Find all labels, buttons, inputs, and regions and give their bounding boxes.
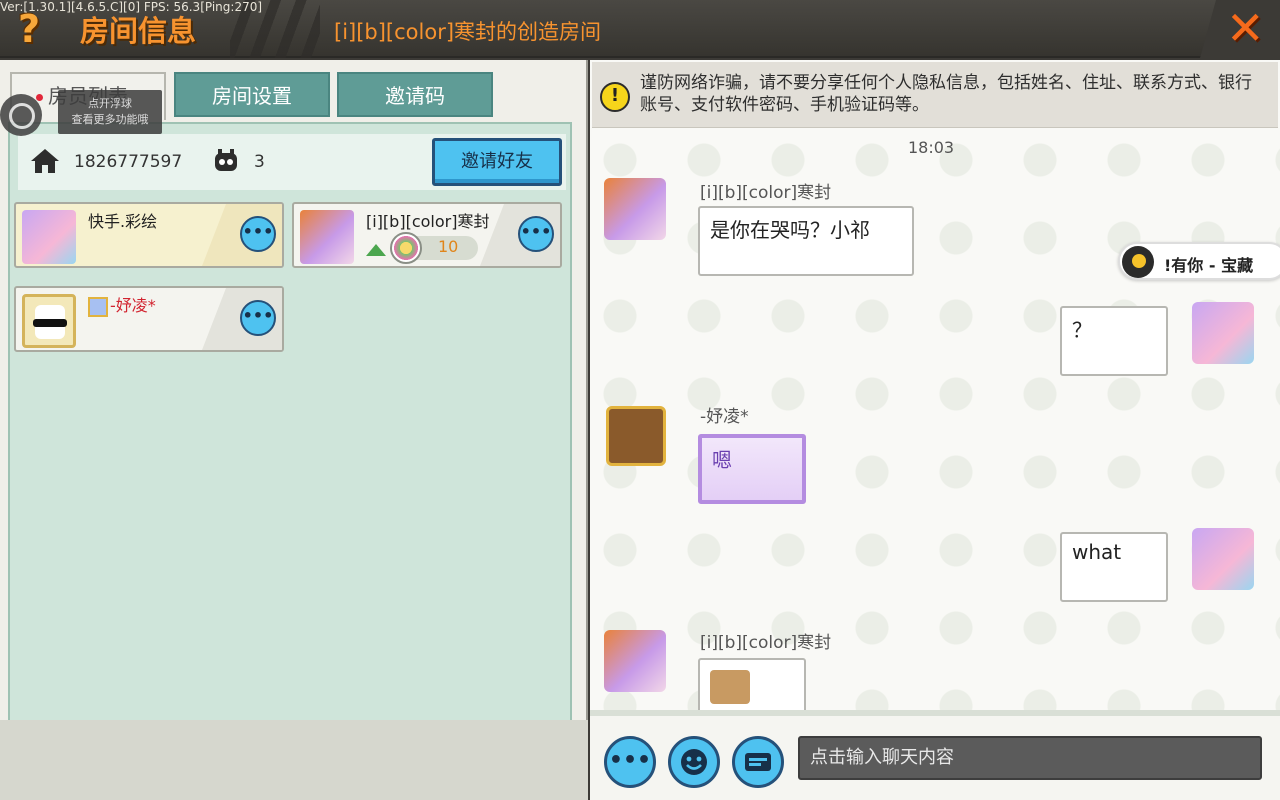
sticker-image [710, 670, 750, 704]
player-count: 3 [254, 152, 265, 172]
member-panel: 1826777597 3 邀请好友 快手.彩绘 ••• [i][b][color… [8, 122, 572, 766]
more-options-button[interactable]: ••• [240, 300, 276, 336]
member-name: 快手.彩绘 [88, 212, 158, 231]
avatar[interactable] [604, 178, 666, 240]
notification-toast[interactable]: !有你 - 宝藏 [1118, 242, 1280, 280]
left-footer [0, 720, 588, 800]
coin-icon [1122, 246, 1154, 278]
chat-input-bar: ••• 点击输入聊天内容 [590, 710, 1280, 800]
room-info-row: 1826777597 3 邀请好友 [18, 134, 566, 190]
page-title: 房间信息 [80, 14, 197, 48]
member-card[interactable]: 快手.彩绘 ••• [14, 202, 284, 268]
vip-badge-icon [88, 296, 108, 317]
member-card[interactable]: [i][b][color]寒封 10 ••• [292, 202, 562, 268]
level-badge: 10 [390, 232, 478, 264]
emoji-icon [681, 749, 707, 775]
chat-panel: ! 谨防网络诈骗，请不要分享任何个人隐私信息，包括姓名、住址、联系方式、银行账号… [590, 60, 1280, 710]
room-name: [i][b][color]寒封的创造房间 [334, 20, 602, 44]
room-id: 1826777597 [74, 152, 183, 172]
keyboard-icon [745, 753, 771, 771]
debug-info: Ver:[1.30.1][4.6.5.C][0] FPS: 56.3[Ping:… [0, 0, 263, 14]
chat-bubble: 是你在哭吗？小祁 [698, 206, 914, 276]
avatar [22, 294, 76, 348]
avatar [300, 210, 354, 264]
float-tooltip: 点开浮球 查看更多功能哦 [58, 90, 162, 134]
more-options-button[interactable]: ••• [240, 216, 276, 252]
level-up-icon [366, 244, 386, 256]
chat-background [590, 130, 1280, 710]
more-options-button[interactable]: ••• [518, 216, 554, 252]
more-actions-button[interactable]: ••• [604, 736, 656, 788]
close-icon: ✕ [1226, 1, 1265, 55]
tab-invite-code[interactable]: 邀请码 [337, 72, 493, 117]
member-card[interactable]: -妤凌* ••• [14, 286, 284, 352]
sender-name: -妤凌* [700, 407, 749, 427]
chat-timestamp: 18:03 [908, 138, 955, 157]
house-icon [31, 149, 59, 173]
chat-bubble [698, 658, 806, 710]
chat-bubble: ？ [1060, 306, 1168, 376]
left-panel: 房员列表 房间设置 邀请码 1826777597 3 邀请好友 快手.彩绘 ••… [0, 60, 588, 766]
emoji-button[interactable] [668, 736, 720, 788]
tab-room-settings[interactable]: 房间设置 [174, 72, 330, 117]
chat-input[interactable]: 点击输入聊天内容 [798, 736, 1262, 780]
level-value: 10 [438, 237, 459, 256]
avatar[interactable] [606, 406, 666, 466]
avatar[interactable] [1192, 302, 1254, 364]
quick-phrase-button[interactable] [732, 736, 784, 788]
level-gem-icon [390, 232, 422, 264]
player-count-icon [215, 149, 237, 171]
warning-icon: ! [600, 82, 630, 112]
invite-friend-button[interactable]: 邀请好友 [432, 138, 562, 186]
sender-name: [i][b][color]寒封 [700, 633, 832, 653]
member-name: -妤凌* [88, 292, 156, 317]
fraud-warning: ! 谨防网络诈骗，请不要分享任何个人隐私信息，包括姓名、住址、联系方式、银行账号… [592, 62, 1278, 128]
float-ball-button[interactable] [0, 94, 42, 136]
chat-bubble: what [1060, 532, 1168, 602]
sender-name: [i][b][color]寒封 [700, 183, 832, 203]
avatar[interactable] [1192, 528, 1254, 590]
chat-bubble: 嗯 [698, 434, 806, 504]
toast-text: !有你 - 宝藏 [1164, 256, 1254, 275]
close-button[interactable]: ✕ [1200, 0, 1280, 58]
avatar[interactable] [604, 630, 666, 692]
member-name: [i][b][color]寒封 [366, 212, 490, 231]
avatar [22, 210, 76, 264]
warning-text: 谨防网络诈骗，请不要分享任何个人隐私信息，包括姓名、住址、联系方式、银行账号、支… [640, 73, 1252, 115]
notification-dot [36, 94, 43, 101]
